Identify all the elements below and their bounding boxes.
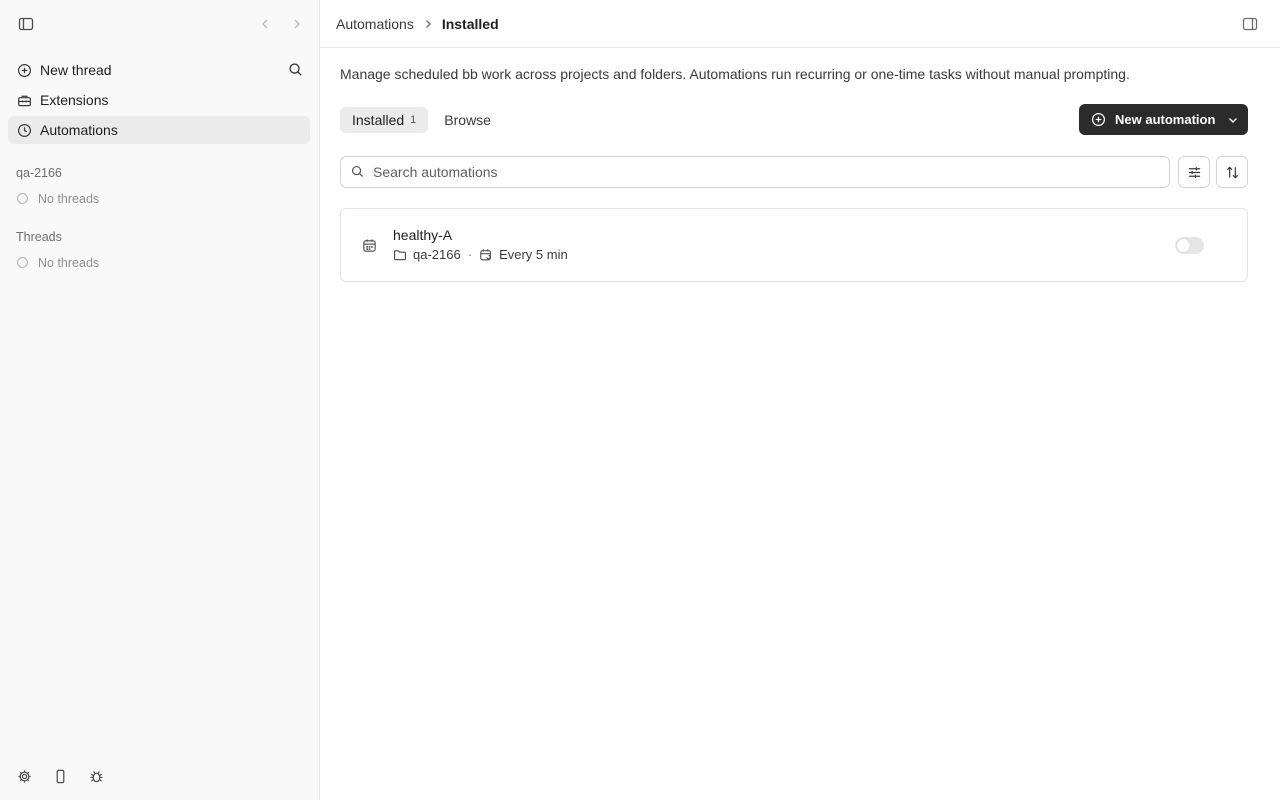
chevron-right-icon	[422, 18, 434, 30]
search-icon[interactable]	[288, 62, 304, 78]
sidebar-item-label: Automations	[40, 122, 118, 138]
back-chevron-icon[interactable]	[253, 12, 277, 36]
sidebar-topbar	[0, 0, 319, 48]
threads-section-title: Threads	[16, 230, 62, 244]
tab-label: Installed	[352, 112, 405, 128]
empty-label: No threads	[38, 256, 100, 270]
new-automation-button[interactable]: New automation	[1079, 104, 1218, 135]
breadcrumb-current: Installed	[441, 16, 499, 32]
automation-meta: qa-2166 · Every 5 min	[393, 247, 568, 262]
sidebar-nav: New thread Extensions Automations	[8, 56, 310, 146]
toggle-knob	[1177, 239, 1190, 252]
page-description: Manage scheduled bb work across projects…	[340, 66, 1130, 82]
empty-label: No threads	[38, 192, 100, 206]
automation-project: qa-2166	[413, 247, 461, 262]
breadcrumb: Automations Installed	[336, 16, 499, 32]
main-panel: Automations Installed Manage scheduled b…	[320, 0, 1280, 800]
tab-count-badge: 1	[410, 114, 417, 126]
toolbox-icon	[16, 92, 32, 108]
project-empty-threads: No threads	[16, 192, 99, 206]
automation-enabled-toggle[interactable]	[1175, 237, 1204, 254]
new-automation-label: New automation	[1115, 112, 1216, 127]
breadcrumb-parent[interactable]: Automations	[336, 16, 414, 32]
tab-installed[interactable]: Installed 1	[340, 107, 429, 133]
project-name[interactable]: qa-2166	[16, 166, 62, 180]
automation-name: healthy-A	[393, 227, 453, 243]
tab-bar: Installed 1 Browse	[340, 107, 503, 133]
calendar-repeat-icon	[479, 248, 493, 262]
toggle-sidebar-icon[interactable]	[14, 12, 38, 36]
chat-bubble-icon	[16, 256, 30, 270]
toggle-right-panel-icon[interactable]	[1238, 12, 1262, 36]
sidebar-item-extensions[interactable]: Extensions	[8, 86, 310, 114]
sort-arrows-icon	[1225, 165, 1240, 180]
search-input[interactable]	[373, 157, 1169, 187]
search-box	[340, 156, 1170, 188]
sliders-icon	[1187, 165, 1202, 180]
plus-circle-icon	[16, 62, 32, 78]
automation-card[interactable]: healthy-A qa-2166 · Every 5 min	[340, 208, 1248, 282]
new-automation-split-button: New automation	[1079, 104, 1248, 135]
automation-schedule: Every 5 min	[499, 247, 568, 262]
chat-bubble-icon	[16, 192, 30, 206]
sidebar-item-label: Extensions	[40, 92, 109, 108]
plus-circle-icon	[1091, 112, 1107, 128]
topbar: Automations Installed	[320, 0, 1280, 48]
search-icon	[351, 165, 365, 179]
sidebar-item-automations[interactable]: Automations	[8, 116, 310, 144]
sidebar: New thread Extensions Automations qa-216…	[0, 0, 320, 800]
chevron-down-icon	[1227, 114, 1239, 126]
tab-browse[interactable]: Browse	[432, 107, 503, 133]
threads-empty: No threads	[16, 256, 99, 270]
filter-button[interactable]	[1178, 156, 1210, 188]
phone-icon[interactable]	[52, 768, 68, 784]
sidebar-footer	[16, 768, 104, 784]
separator-dot: ·	[467, 247, 473, 262]
forward-chevron-icon[interactable]	[285, 12, 309, 36]
gear-icon[interactable]	[16, 768, 32, 784]
new-automation-dropdown[interactable]	[1218, 104, 1248, 135]
tab-label: Browse	[444, 112, 491, 128]
calendar-icon	[362, 238, 377, 253]
sidebar-item-new-thread[interactable]: New thread	[8, 56, 310, 84]
clock-icon	[16, 122, 32, 138]
bug-icon[interactable]	[88, 768, 104, 784]
sidebar-item-label: New thread	[40, 62, 112, 78]
folder-icon	[393, 248, 407, 262]
sort-button[interactable]	[1216, 156, 1248, 188]
